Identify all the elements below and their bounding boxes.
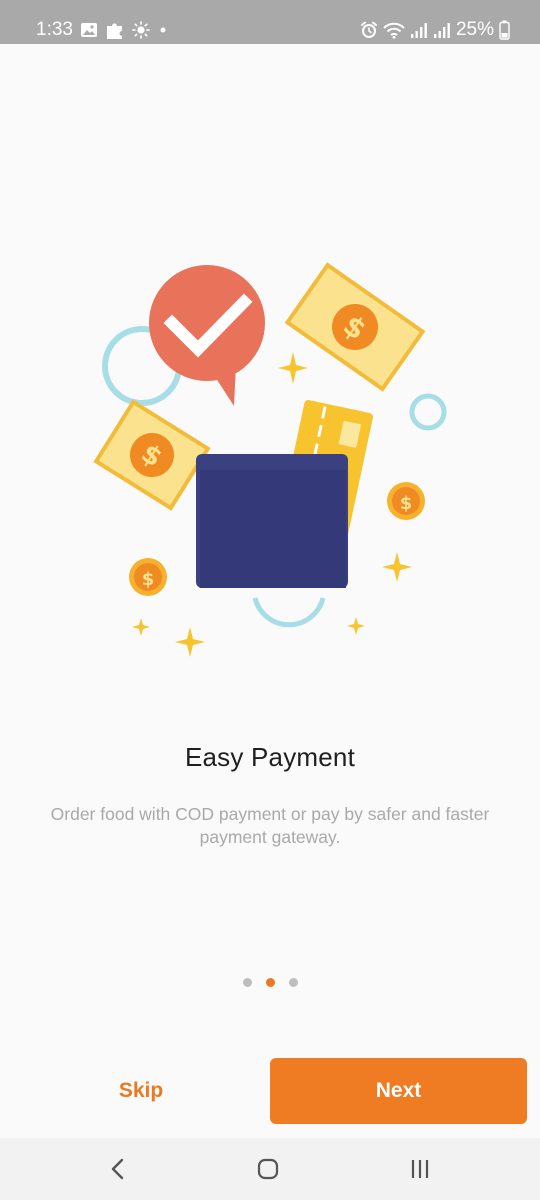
dot-icon (160, 27, 166, 33)
signal-icon (410, 23, 427, 38)
sparkle-icon (382, 552, 412, 582)
page-dot (242, 978, 252, 987)
wallet-payment-illustration: $ $ $ $ (93, 262, 447, 657)
nav-back-button[interactable] (78, 1138, 158, 1200)
battery-icon (499, 20, 510, 40)
wifi-icon (383, 22, 405, 39)
nav-home-button[interactable] (228, 1138, 308, 1200)
back-icon (111, 1158, 124, 1180)
svg-text:$: $ (142, 569, 155, 590)
puzzle-icon (107, 23, 122, 39)
battery-percentage: 25% (455, 19, 494, 40)
navigation-bar (0, 1138, 540, 1200)
decor-ring-bottom (252, 597, 326, 628)
coin-icon: $ (129, 558, 167, 596)
recent-apps-icon (411, 1160, 429, 1178)
home-icon (257, 1158, 279, 1180)
gallery-icon (81, 23, 97, 37)
next-button[interactable]: Next (270, 1058, 527, 1124)
coin-icon: $ (387, 482, 425, 520)
signal-icon (433, 23, 450, 38)
skip-button[interactable]: Skip (30, 1058, 252, 1124)
decor-ring-right (409, 393, 447, 431)
onboarding-title: Easy Payment (184, 742, 356, 772)
status-bar: 1:33 25% (0, 0, 540, 44)
alarm-icon (360, 21, 377, 38)
status-notification-icons (80, 19, 169, 41)
sparkle-icon (278, 352, 308, 384)
sparkle-icon (347, 617, 365, 635)
brightness-icon (132, 21, 150, 39)
sparkle-icon (132, 618, 150, 636)
checkmark-bubble-icon (149, 265, 265, 406)
svg-text:$: $ (400, 493, 413, 514)
page-dot-active (265, 978, 275, 987)
status-system-icons: 25% (360, 19, 510, 41)
wallet-icon (196, 454, 348, 588)
status-time: 1:33 (36, 19, 73, 40)
onboarding-description: Order food with COD payment or pay by sa… (50, 804, 490, 847)
sparkle-icon (175, 627, 205, 657)
page-indicator (0, 978, 540, 990)
page-dot (288, 978, 298, 987)
banknote-icon: $ (284, 262, 426, 392)
nav-recent-apps-button[interactable] (380, 1138, 460, 1200)
banknote-icon: $ (93, 399, 211, 511)
